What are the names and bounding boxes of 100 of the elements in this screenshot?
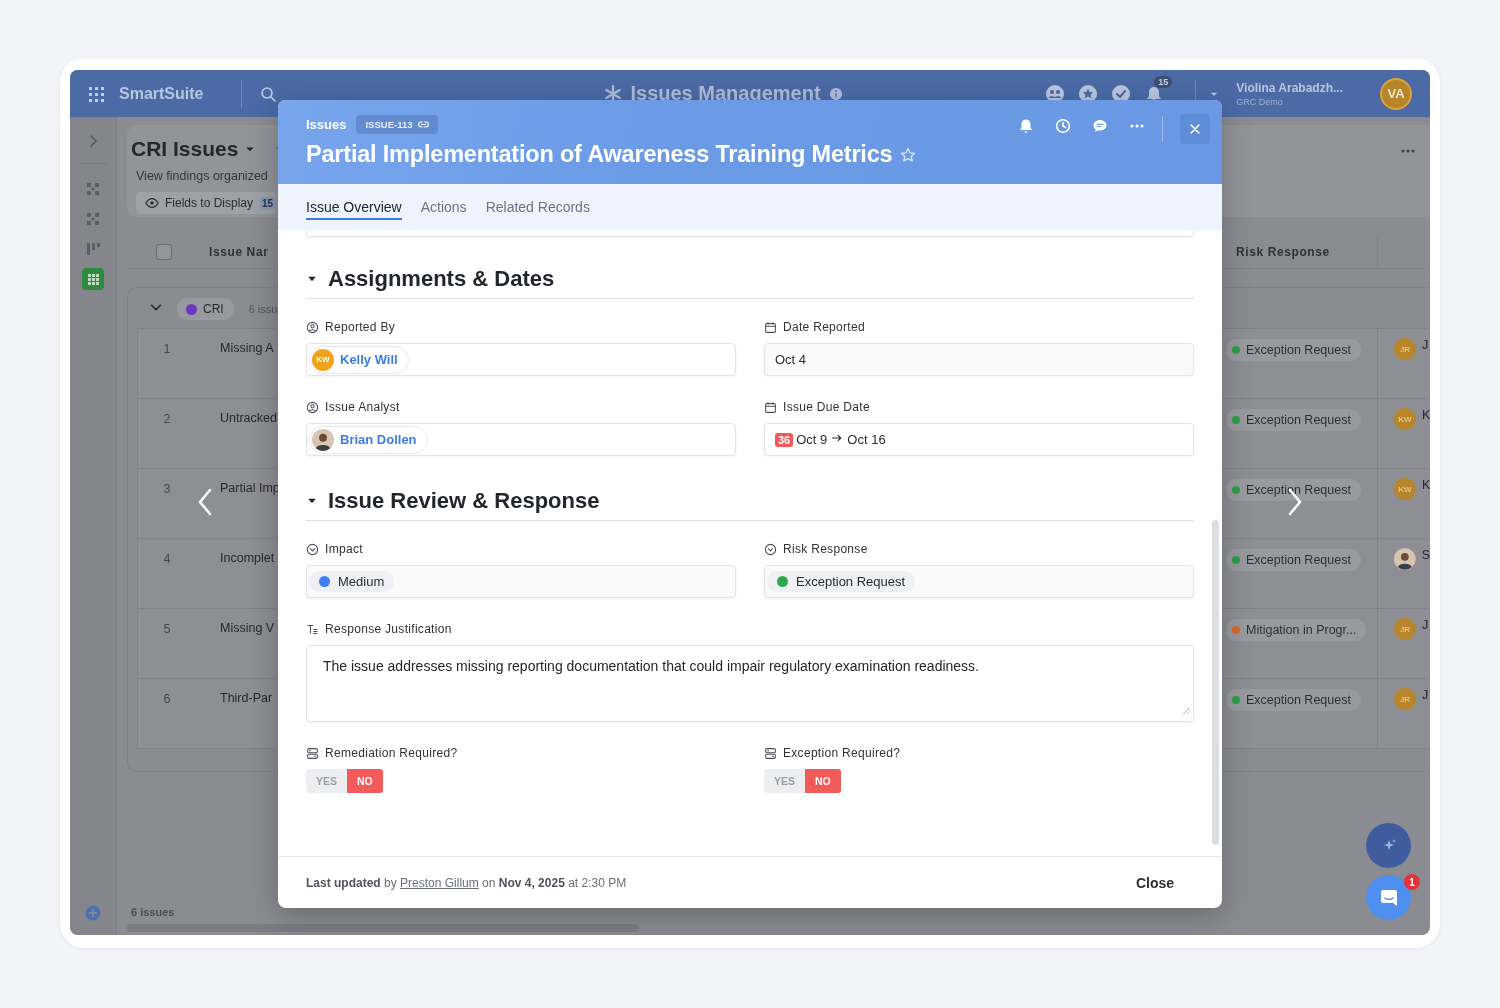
ai-button[interactable] <box>1366 823 1411 868</box>
calendar-icon <box>764 400 777 414</box>
user-field[interactable]: Brian Dollen <box>306 423 736 456</box>
page-title[interactable]: CRI Issues <box>131 137 239 161</box>
chat-icon <box>1378 887 1399 908</box>
row-number: 4 <box>162 551 172 568</box>
eye-icon <box>145 196 159 210</box>
status-field[interactable]: Exception Request <box>764 565 1194 598</box>
row-number: 5 <box>162 621 172 638</box>
avatar: KW <box>1394 478 1416 500</box>
toggle-icon <box>306 746 319 760</box>
chat-badge: 1 <box>1404 874 1420 890</box>
row-number: 6 <box>162 691 172 708</box>
workspace-name: GRC Demo <box>1236 96 1284 107</box>
app-title: Issues Management <box>630 82 821 105</box>
resize-grip-icon <box>1180 705 1190 715</box>
row-number: 1 <box>162 341 172 358</box>
grid-view-icon <box>85 271 101 287</box>
status-tag: Mitigation in Progr... <box>1226 619 1367 641</box>
record-title: Partial Implementation of Awareness Training Metrics <box>306 141 893 168</box>
row-number: 3 <box>162 481 172 498</box>
record-count: 6 issues <box>130 905 176 920</box>
text-area[interactable]: The issue addresses missing reporting documentation that could impair regulatory examination readiness. <box>306 645 1194 722</box>
field-label: Impact <box>325 542 363 556</box>
link-icon <box>417 118 431 131</box>
status-field[interactable]: Medium <box>306 565 736 598</box>
table-cell: K <box>1422 408 1430 422</box>
field-label: Date Reported <box>783 320 865 334</box>
field-label: Issue Analyst <box>325 400 400 414</box>
last-updated-note: Last updated by Preston Gillum on Nov 4, 2025 at 2:30 PM <box>306 875 627 890</box>
section-title: Assignments & Dates <box>328 266 555 292</box>
close-button[interactable] <box>1180 114 1210 144</box>
user-field[interactable]: KW Kelly Will <box>306 343 736 376</box>
kanban-view-icon <box>85 241 101 257</box>
avatar: JR <box>1394 618 1416 640</box>
avatar: JR <box>1394 338 1416 360</box>
status-tag: Exception Request <box>1226 689 1361 711</box>
end-date: Oct 16 <box>847 432 886 447</box>
field-label: Exception Required? <box>783 746 901 760</box>
notification-badge: 15 <box>1154 75 1173 88</box>
arrow-icon <box>831 432 844 444</box>
view-switch[interactable] <box>82 268 104 290</box>
comment-icon[interactable] <box>1092 118 1108 134</box>
date-field[interactable]: Oct 4 <box>764 343 1194 376</box>
tab[interactable]: Actions <box>420 198 467 220</box>
avatar: KW <box>1394 408 1416 430</box>
star-icon <box>900 146 917 163</box>
date-range-field[interactable]: 36 Oct 9 Oct 16 <box>764 423 1194 456</box>
table-cell: J <box>1422 688 1429 702</box>
avatar: KW <box>312 348 334 371</box>
column-header[interactable]: Issue Nar <box>209 244 269 259</box>
overdue-badge: 36 <box>775 432 794 447</box>
text-icon <box>306 622 319 636</box>
field-label: Response Justification <box>325 622 452 636</box>
dashboard-view-icon <box>85 181 101 197</box>
tab[interactable]: Related Records <box>485 198 590 220</box>
record-id[interactable]: ISSUE-113 <box>356 115 439 134</box>
favorite-star[interactable] <box>900 146 917 163</box>
toggle-option[interactable]: NO <box>347 769 383 793</box>
scrollbar[interactable] <box>127 924 639 932</box>
start-date: Oct 9 <box>796 432 828 447</box>
clock-icon[interactable] <box>1055 118 1071 134</box>
tab[interactable]: Issue Overview <box>306 198 402 220</box>
avatar-icon <box>1394 548 1416 570</box>
chat-button[interactable] <box>1366 875 1411 920</box>
close-icon <box>1188 122 1202 136</box>
table-cell: S <box>1421 548 1430 562</box>
asterisk-icon <box>604 84 623 103</box>
user-link[interactable]: Preston Gillum <box>400 875 479 890</box>
status-tag: Exception Request <box>1226 339 1361 361</box>
toggle-option[interactable]: NO <box>805 769 841 793</box>
person-icon <box>306 320 319 334</box>
bell-icon[interactable] <box>1018 118 1034 134</box>
page-subtitle: View findings organized <box>136 169 269 183</box>
user-avatar[interactable]: VA <box>1380 77 1412 110</box>
table-cell: Missing V <box>220 621 275 635</box>
status-tag: Exception Request <box>1226 479 1361 501</box>
breadcrumb[interactable]: Issues <box>306 117 347 132</box>
brand-name: SmartSuite <box>119 84 204 103</box>
table-cell: Third-Par <box>220 691 273 705</box>
scrollbar[interactable] <box>1212 520 1219 845</box>
row-number: 2 <box>162 411 172 428</box>
table-cell: Untracked <box>220 411 277 425</box>
field-label: Issue Due Date <box>783 400 870 414</box>
search-icon[interactable] <box>260 85 277 102</box>
table-cell: Missing A <box>220 341 274 355</box>
fields-button[interactable]: Fields to Display 15 <box>136 192 277 214</box>
toggle-option[interactable]: YES <box>306 769 347 793</box>
status-tag: Exception Request <box>1226 549 1361 571</box>
app-grid-icon[interactable] <box>87 84 105 103</box>
info-icon <box>828 86 843 101</box>
calendar-icon <box>764 320 777 334</box>
select-all-checkbox[interactable] <box>156 243 172 260</box>
table-cell: J <box>1422 338 1429 352</box>
toggle-option[interactable]: YES <box>764 769 805 793</box>
close-button[interactable]: Close <box>1129 873 1180 892</box>
column-header[interactable]: Risk Response <box>1236 244 1330 259</box>
table-cell: J <box>1422 618 1429 632</box>
person-icon <box>306 400 319 414</box>
user-name[interactable]: Violina Arabadzh... <box>1236 80 1343 95</box>
